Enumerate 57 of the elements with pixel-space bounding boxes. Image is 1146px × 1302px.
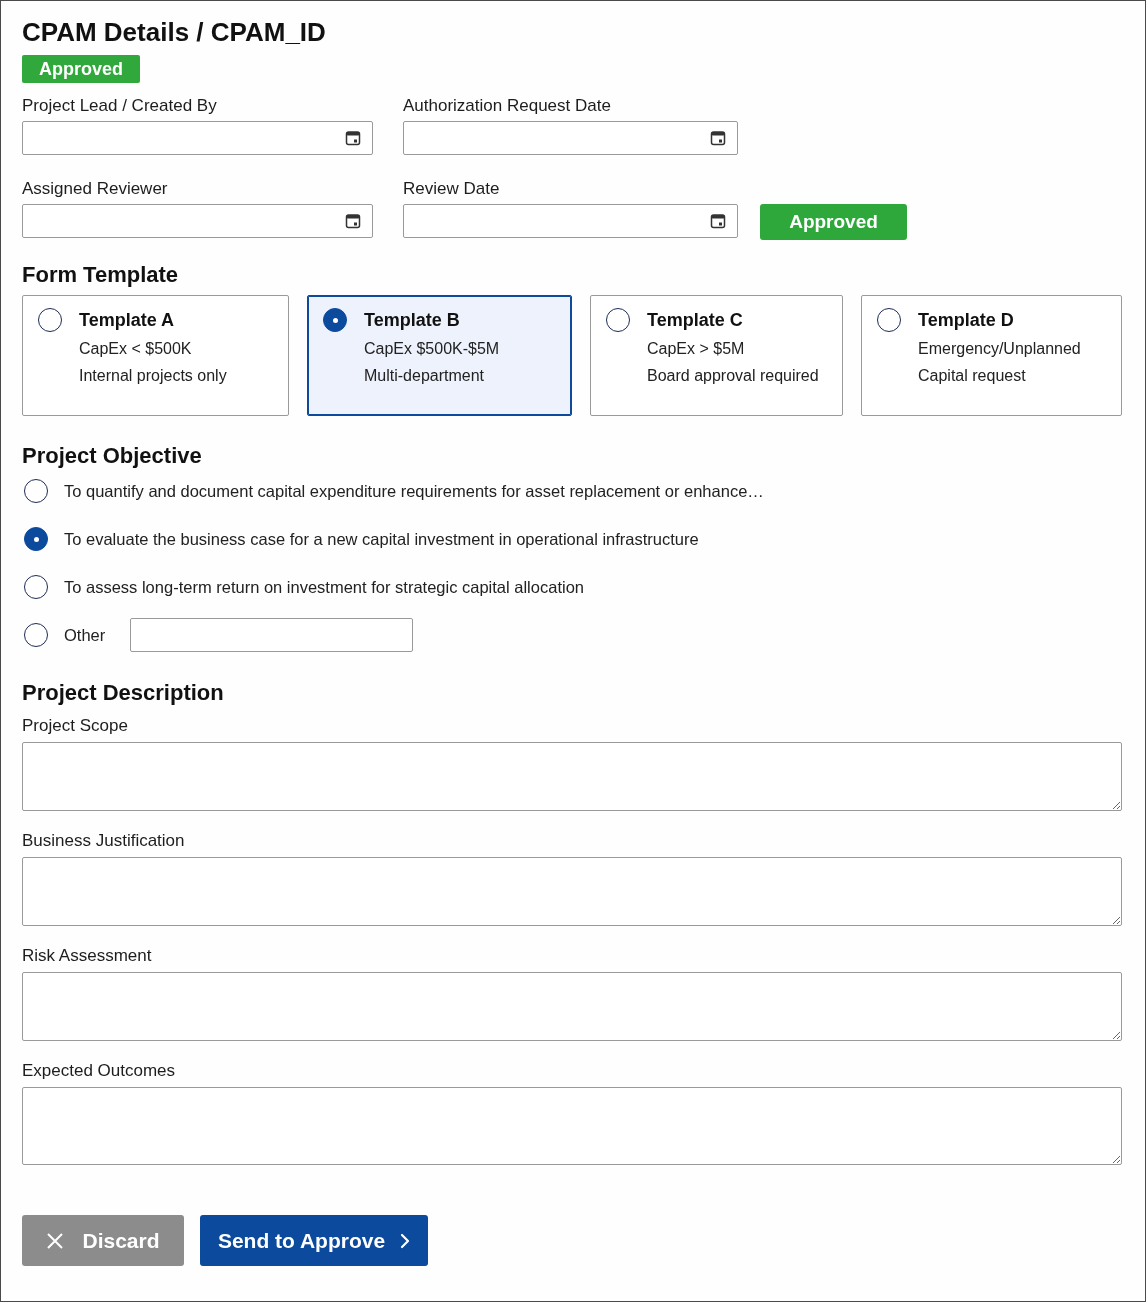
send-to-approve-button[interactable]: Send to Approve — [200, 1215, 428, 1266]
field-label: Assigned Reviewer — [22, 178, 168, 200]
date-field[interactable] — [22, 204, 373, 238]
field-label: Project Lead / Created By — [22, 95, 217, 117]
section-heading: Project Description — [22, 679, 224, 707]
close-icon — [46, 1231, 65, 1250]
template-description: CapEx $500K-$5M — [364, 339, 500, 359]
field-label: Business Justification — [22, 830, 185, 852]
radio-button[interactable] — [24, 575, 48, 599]
radio-button[interactable] — [606, 308, 630, 332]
template-description: Capital request — [918, 366, 1026, 386]
radio-button[interactable] — [24, 527, 48, 551]
option-label: Other — [64, 625, 106, 646]
page-title: CPAM Details / CPAM_ID — [22, 16, 326, 48]
date-field[interactable] — [403, 204, 738, 238]
template-description: CapEx > $5M — [647, 339, 745, 359]
section-heading: Form Template — [22, 261, 179, 289]
status-badge: Approved — [22, 55, 140, 83]
option-label: To evaluate the business case for a new capital investment in operational infrastructure — [64, 529, 699, 550]
radio-button[interactable] — [323, 308, 347, 332]
field-label: Authorization Request Date — [403, 95, 611, 117]
date-field[interactable] — [22, 121, 373, 155]
calendar-icon[interactable] — [710, 130, 726, 146]
calendar-icon[interactable] — [710, 213, 726, 229]
text-area[interactable] — [22, 742, 1122, 811]
template-card[interactable]: Template B CapEx $500K-$5M Multi-department — [307, 295, 572, 416]
text-area[interactable] — [22, 1087, 1122, 1165]
template-description: Emergency/Unplanned — [918, 339, 1081, 359]
field-label: Risk Assessment — [22, 945, 152, 967]
template-description: CapEx < $500K — [79, 339, 192, 359]
option-label: To assess long-term return on investment for strategic capital allocation — [64, 577, 584, 598]
template-title: Template C — [647, 309, 743, 332]
field-label: Review Date — [403, 178, 500, 200]
calendar-icon[interactable] — [345, 213, 361, 229]
template-card[interactable]: Template A CapEx < $500K Internal projects only — [22, 295, 289, 416]
calendar-icon[interactable] — [345, 130, 361, 146]
radio-button[interactable] — [38, 308, 62, 332]
text-area[interactable] — [22, 972, 1122, 1041]
field-label: Expected Outcomes — [22, 1060, 176, 1082]
template-title: Template D — [918, 309, 1014, 332]
template-title: Template B — [364, 309, 460, 332]
radio-button[interactable] — [24, 479, 48, 503]
radio-button[interactable] — [24, 623, 48, 647]
radio-button[interactable] — [877, 308, 901, 332]
template-card[interactable]: Template D Emergency/Unplanned Capital request — [861, 295, 1122, 416]
date-field[interactable] — [403, 121, 738, 155]
template-title: Template A — [79, 309, 175, 332]
text-area[interactable] — [22, 857, 1122, 926]
template-description: Internal projects only — [79, 366, 227, 386]
option-label: To quantify and document capital expenditure requirements for asset replacement or enhance… — [64, 481, 764, 502]
input-field[interactable] — [130, 618, 414, 652]
field-label: Project Scope — [22, 715, 128, 737]
template-card[interactable]: Template C CapEx > $5M Board approval required — [590, 295, 843, 416]
section-heading: Project Objective — [22, 442, 202, 470]
chevron-right-icon — [400, 1232, 411, 1249]
template-description: Multi-department — [364, 366, 485, 386]
template-description: Board approval required — [647, 366, 819, 386]
